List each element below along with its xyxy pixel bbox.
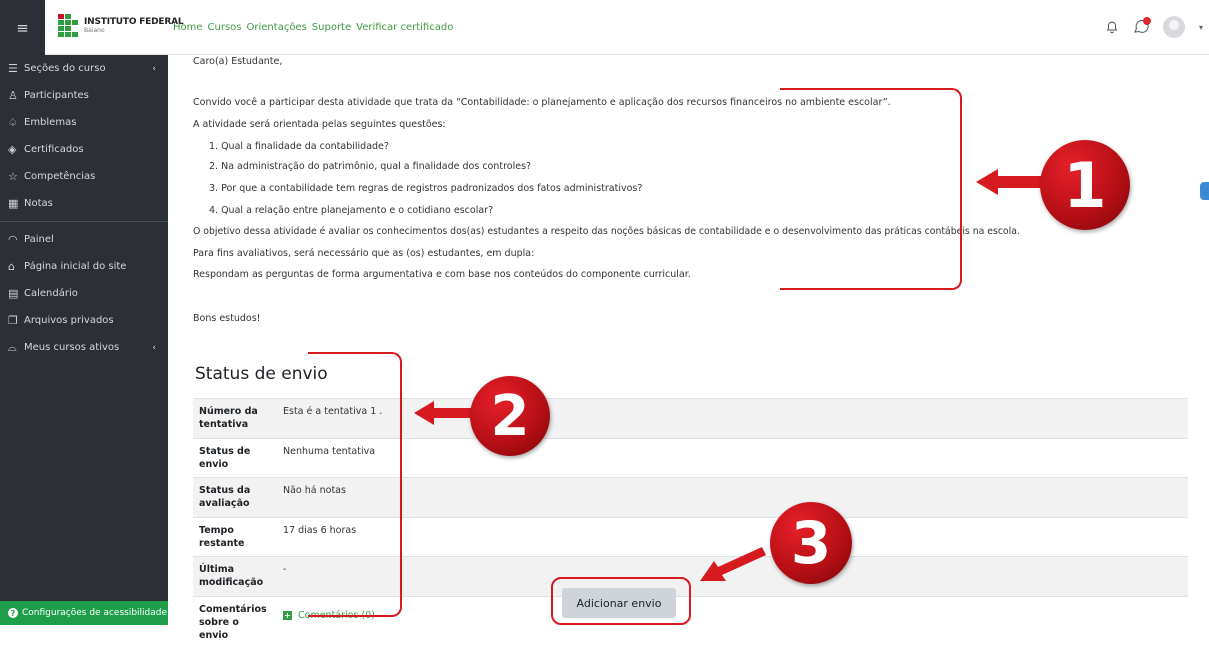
greeting-text: Caro(a) Estudante, [193,56,282,67]
home-icon: ⌂ [8,260,22,273]
chevron-left-icon[interactable]: ‹ [152,343,156,353]
sidebar-item-sections[interactable]: ☰ Seções do curso ‹ [0,55,168,82]
sidebar-item-calendar[interactable]: ▤ Calendário [0,280,168,307]
menu-toggle-icon[interactable]: ≡ [0,0,45,55]
accessibility-settings-button[interactable]: ? Configurações de acessibilidade [0,601,168,625]
sidebar-item-label: Arquivos privados [24,315,114,326]
annotation-badge-2: 2 [470,376,550,456]
grades-icon: ▦ [8,197,22,210]
sidebar-item-label: Certificados [24,144,84,155]
logo-name: INSTITUTO FEDERAL [84,18,183,27]
certificate-icon: ◈ [8,143,22,156]
sidebar-item-badges[interactable]: ♤ Emblemas [0,109,168,136]
site-logo[interactable]: INSTITUTO FEDERAL Baiano [58,14,183,37]
sidebar-item-label: Competências [24,171,95,182]
annotation-arrow-1 [976,167,1050,197]
dashboard-icon: ◠ [8,233,22,246]
accessibility-label: Configurações de acessibilidade [22,608,167,618]
calendar-icon: ▤ [8,287,22,300]
nav-guidelines[interactable]: Orientações [247,22,307,33]
sidebar-item-competencies[interactable]: ☆ Competências [0,163,168,190]
chevron-left-icon[interactable]: ‹ [152,64,156,74]
files-icon: ❐ [8,314,22,327]
sidebar-item-grades[interactable]: ▦ Notas [0,190,168,217]
users-icon: ♙ [8,89,22,102]
accessibility-icon: ? [8,608,18,618]
main-content: Caro(a) Estudante, Convido você a partic… [168,55,1209,625]
sidebar-item-label: Meus cursos ativos [24,342,119,353]
row-label: Comentários sobre o envio [193,597,277,648]
chevron-down-icon[interactable]: ▾ [1199,23,1203,32]
row-value: Não há notas [277,478,1188,518]
messages-icon[interactable] [1133,19,1149,35]
bell-icon[interactable] [1105,20,1119,34]
row-value: Nenhuma tentativa [277,439,1188,478]
sidebar-item-label: Página inicial do site [24,261,126,272]
guiding-text: A atividade será orientada pelas seguint… [193,119,446,130]
notification-dot [1143,17,1151,25]
sidebar-item-dashboard[interactable]: ◠ Painel [0,226,168,253]
question-1: 1. Qual a finalidade da contabilidade? [209,141,389,152]
sidebar-item-label: Seções do curso [24,63,106,74]
sidebar-item-certificates[interactable]: ◈ Certificados [0,136,168,163]
top-navbar: ≡ INSTITUTO FEDERAL Baiano Home Cursos O… [0,0,1209,55]
annotation-box-2 [308,352,402,617]
row-value: +Comentários (0) [277,597,1188,648]
sidebar-item-label: Calendário [24,288,78,299]
closing-text: Bons estudos! [193,313,260,324]
row-label: Número da tentativa [193,399,277,439]
instruction-text: Respondam as perguntas de forma argument… [193,269,691,280]
sidebar-item-label: Emblemas [24,117,76,128]
sidebar-divider [0,221,168,222]
annotation-box-1 [780,88,962,290]
logo-mark [58,14,78,37]
nav-courses[interactable]: Cursos [208,22,242,33]
sidebar-item-label: Participantes [24,90,89,101]
sidebar-item-private-files[interactable]: ❐ Arquivos privados [0,307,168,334]
annotation-arrow-3 [698,545,768,585]
nav-verify-certificate[interactable]: Verificar certificado [356,22,453,33]
sidebar-item-site-home[interactable]: ⌂ Página inicial do site [0,253,168,280]
graduation-icon: ⌓ [8,341,22,355]
course-sidebar: ☰ Seções do curso ‹ ♙ Participantes ♤ Em… [0,55,168,625]
badge-icon: ♤ [8,116,22,129]
row-label: Tempo restante [193,518,277,557]
sidebar-item-label: Painel [24,234,54,245]
list-icon: ☰ [8,62,22,75]
nav-support[interactable]: Suporte [312,22,351,33]
annotation-badge-1: 1 [1040,140,1130,230]
row-label: Última modificação [193,557,277,597]
sidebar-item-label: Notas [24,198,53,209]
sidebar-item-my-courses[interactable]: ⌓ Meus cursos ativos ‹ [0,334,168,361]
question-4: 4. Qual a relação entre planejamento e o… [209,205,493,216]
plus-icon[interactable]: + [283,611,292,620]
evaluation-text: Para fins avaliativos, será necessário q… [193,248,534,259]
star-icon: ☆ [8,170,22,183]
question-3: 3. Por que a contabilidade tem regras de… [209,183,642,194]
user-avatar[interactable] [1163,16,1185,38]
sidebar-item-participants[interactable]: ♙ Participantes [0,82,168,109]
logo-subtitle: Baiano [84,28,183,34]
row-label: Status da avaliação [193,478,277,518]
annotation-box-3 [551,577,691,625]
edge-tab[interactable] [1200,182,1209,200]
row-label: Status de envio [193,439,277,478]
annotation-arrow-2 [414,400,474,426]
primary-nav: Home Cursos Orientações Suporte Verifica… [173,22,453,33]
question-2: 2. Na administração do patrimônio, qual … [209,161,531,172]
nav-home[interactable]: Home [173,22,203,33]
annotation-badge-3: 3 [770,502,852,584]
